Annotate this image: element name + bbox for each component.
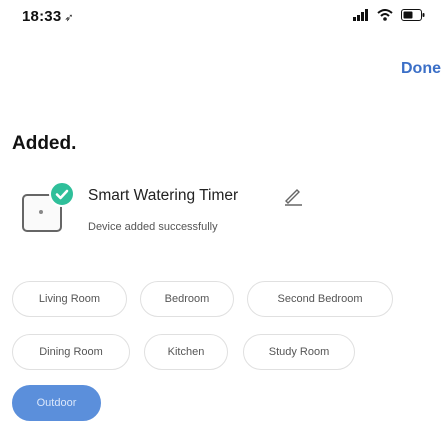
room-chip-label: Study Room [268, 346, 330, 358]
status-bar: 18:33 ➶ [0, 0, 443, 36]
room-chip-outdoor[interactable]: Outdoor [12, 385, 101, 421]
room-chip-label: Outdoor [36, 397, 77, 409]
room-chip-kitchen[interactable]: Kitchen [144, 334, 228, 370]
room-chip-label: Bedroom [164, 293, 210, 305]
location-icon: ➶ [64, 12, 74, 24]
room-chip-label: Dining Room [39, 346, 103, 358]
edit-name-button[interactable] [282, 184, 304, 211]
device-led-icon [39, 210, 43, 214]
room-chip-label: Kitchen [167, 346, 205, 358]
room-chip-living-room[interactable]: Living Room [12, 281, 127, 317]
wifi-icon [377, 9, 393, 21]
room-chip-bedroom[interactable]: Bedroom [140, 281, 234, 317]
done-button[interactable]: Done [401, 60, 441, 78]
status-time-text: 18:33 [22, 8, 62, 25]
device-card: Smart Watering Timer Device added succes… [18, 178, 438, 238]
device-status: Device added successfully [88, 221, 218, 233]
room-chip-second-bedroom[interactable]: Second Bedroom [247, 281, 393, 317]
battery-icon [401, 9, 425, 21]
device-name: Smart Watering Timer [88, 187, 239, 204]
status-time: 18:33 ➶ [22, 8, 74, 25]
system-icons [353, 9, 425, 21]
signal-icon [353, 9, 368, 21]
room-chip-label: Living Room [38, 293, 101, 305]
room-chip-dining-room[interactable]: Dining Room [12, 334, 130, 370]
room-chip-study-room[interactable]: Study Room [243, 334, 355, 370]
pencil-icon [285, 189, 302, 206]
check-icon [49, 181, 75, 207]
room-chip-label: Second Bedroom [277, 293, 363, 305]
page-title: Added. [12, 133, 77, 154]
